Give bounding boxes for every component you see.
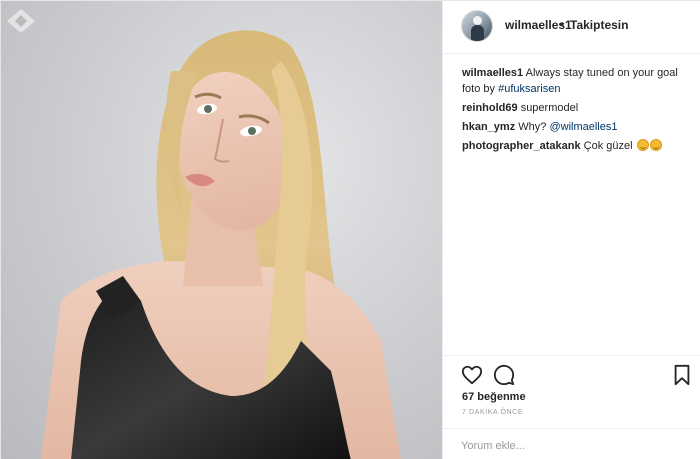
list-item: reinhold69 supermodel (462, 100, 692, 116)
like-count[interactable]: 67 beğenme (462, 391, 526, 403)
model-portrait-illustration (41, 30, 401, 459)
post-actions: 67 beğenme 7 DAKİKA ÖNCE (443, 355, 700, 459)
follow-status[interactable]: Takiptesin (570, 18, 628, 32)
comment-text: Why? (518, 121, 550, 133)
comment-text: supermodel (520, 102, 579, 114)
header-separator: • (560, 17, 565, 31)
heart-icon[interactable] (461, 364, 483, 386)
mention-link[interactable]: @wilmaelles1 (549, 121, 617, 133)
watermark-logo (7, 9, 35, 33)
comment-username[interactable]: reinhold69 (462, 102, 518, 114)
comment-list: wilmaelles1 Always stay tuned on your go… (462, 65, 692, 157)
avatar[interactable] (461, 10, 493, 42)
comment-username[interactable]: wilmaelles1 (462, 67, 523, 79)
smiling-emoji-icon (649, 139, 662, 151)
smiling-emoji-icon (636, 139, 649, 151)
comment-text: Çok güzel (583, 140, 633, 152)
caption: wilmaelles1 Always stay tuned on your go… (462, 65, 692, 97)
post-photo[interactable] (1, 1, 442, 459)
post-timestamp: 7 DAKİKA ÖNCE (462, 409, 524, 416)
comment-username[interactable]: hkan_ymz (462, 121, 515, 133)
post-header: wilmaelles1 • Takiptesin (443, 1, 700, 54)
instagram-post: wilmaelles1 • Takiptesin wilmaelles1 Alw… (0, 0, 700, 459)
comment-username[interactable]: photographer_atakank (462, 140, 581, 152)
hashtag-link[interactable]: #ufuksarisen (498, 83, 560, 95)
add-comment-section (443, 428, 700, 459)
list-item: photographer_atakank Çok güzel (462, 138, 692, 154)
list-item: hkan_ymz Why? @wilmaelles1 (462, 119, 692, 135)
bookmark-icon[interactable] (671, 364, 693, 386)
comment-bubble-icon[interactable] (493, 364, 515, 386)
post-side-panel: wilmaelles1 • Takiptesin wilmaelles1 Alw… (442, 1, 700, 459)
comment-input[interactable] (461, 438, 681, 454)
